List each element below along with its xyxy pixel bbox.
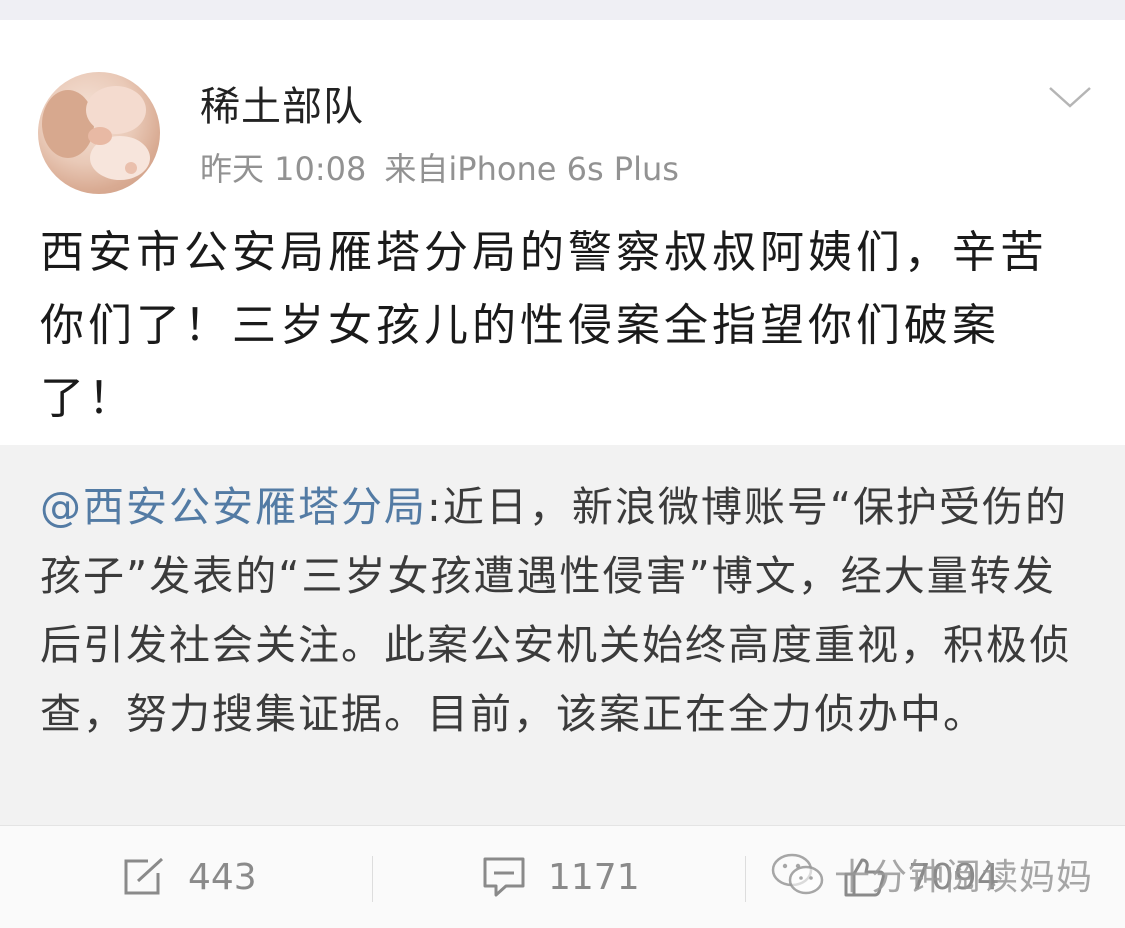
- watermark: 十分钟阅读妈妈: [770, 848, 1093, 900]
- repost-icon: [124, 857, 164, 895]
- avatar[interactable]: [38, 72, 160, 194]
- repost-count: 443: [188, 856, 257, 898]
- author-name[interactable]: 稀土部队: [200, 74, 364, 132]
- retweet-mention-link[interactable]: @西安公安雁塔分局: [40, 483, 427, 531]
- post-time: 昨天 10:08: [200, 150, 367, 188]
- post-text: 西安市公安局雁塔分局的警察叔叔阿姨们，辛苦你们了！三岁女孩儿的性侵案全指望你们破…: [40, 227, 1048, 424]
- comment-count: 1171: [548, 856, 640, 898]
- retweet-body: @西安公安雁塔分局:近日，新浪微博账号“保护受伤的孩子”发表的“三岁女孩遭遇性侵…: [40, 473, 1085, 749]
- action-separator: [372, 856, 373, 902]
- avatar-image: [42, 86, 150, 180]
- top-strip: [0, 0, 1125, 20]
- retweeted-post[interactable]: @西安公安雁塔分局:近日，新浪微博账号“保护受伤的孩子”发表的“三岁女孩遭遇性侵…: [0, 445, 1125, 825]
- comment-button[interactable]: 1171: [482, 826, 640, 928]
- weibo-post: 稀土部队 昨天 10:08 来自iPhone 6s Plus 西安市公安局雁塔分局…: [0, 20, 1125, 445]
- post-source: 来自iPhone 6s Plus: [384, 150, 679, 188]
- chevron-down-icon[interactable]: [1046, 82, 1094, 112]
- post-meta: 昨天 10:08 来自iPhone 6s Plus: [200, 144, 697, 190]
- wechat-icon: [771, 853, 824, 895]
- repost-button[interactable]: 443: [122, 826, 257, 928]
- comment-icon: [483, 857, 525, 897]
- action-separator: [745, 856, 746, 902]
- watermark-text: 十分钟阅读妈妈: [834, 857, 1094, 898]
